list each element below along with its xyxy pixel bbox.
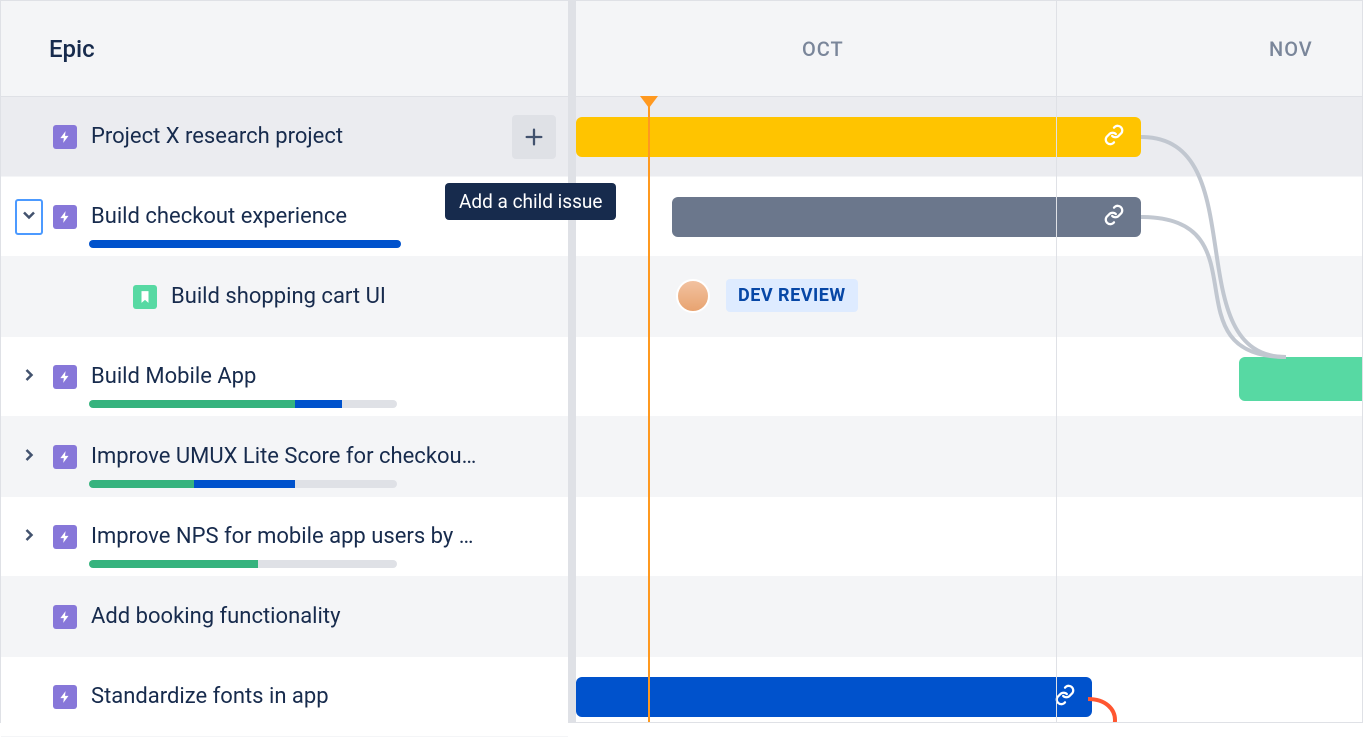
chevron-right-icon[interactable]: [19, 445, 39, 469]
epic-row-umux[interactable]: Improve UMUX Lite Score for checkou…: [1, 417, 568, 497]
timeline-header: OCT NOV: [576, 1, 1362, 97]
link-icon[interactable]: [1103, 124, 1125, 150]
month-separator: [1056, 97, 1057, 722]
column-header-label: Epic: [49, 35, 95, 63]
timeline-row-mobile[interactable]: [576, 337, 1362, 417]
row-title[interactable]: Add booking functionality: [91, 604, 556, 629]
epic-row-projectx[interactable]: Project X research project: [1, 97, 568, 177]
chevron-right-icon[interactable]: [19, 365, 39, 389]
timeline-row-checkout[interactable]: [576, 177, 1362, 257]
progress-bar: [89, 400, 397, 408]
timeline-row-cart_ui[interactable]: DEV REVIEW: [576, 257, 1362, 337]
month-separator: [1056, 1, 1057, 96]
timeline[interactable]: OCT NOV DEV REVIEW: [576, 1, 1362, 722]
dependency-arrow: [1084, 695, 1164, 722]
row-title[interactable]: Standardize fonts in app: [91, 684, 556, 709]
epic-icon: [53, 445, 77, 469]
row-title[interactable]: Improve UMUX Lite Score for checkou…: [91, 444, 556, 469]
epic-icon: [53, 525, 77, 549]
epic-icon: [53, 365, 77, 389]
add-child-button[interactable]: [512, 115, 556, 159]
progress-bar: [89, 480, 397, 488]
epic-row-nps[interactable]: Improve NPS for mobile app users by …: [1, 497, 568, 577]
row-title[interactable]: Project X research project: [91, 124, 504, 149]
month-label-nov: NOV: [1269, 37, 1313, 61]
timeline-row-nps[interactable]: [576, 497, 1362, 577]
tooltip-add-child: Add a child issue: [445, 183, 616, 220]
epic-row-booking[interactable]: Add booking functionality: [1, 577, 568, 657]
link-icon[interactable]: [1054, 684, 1076, 710]
epic-row-mobile[interactable]: Build Mobile App: [1, 337, 568, 417]
epic-icon: [53, 605, 77, 629]
epic-row-cart_ui[interactable]: Build shopping cart UI: [1, 257, 568, 337]
month-label-oct: OCT: [802, 37, 844, 61]
epic-icon: [53, 205, 77, 229]
column-header-epic: Epic: [1, 1, 568, 97]
row-title[interactable]: Build Mobile App: [91, 364, 556, 389]
gantt-bar[interactable]: [576, 677, 1092, 717]
timeline-row-booking[interactable]: [576, 577, 1362, 657]
row-title[interactable]: Build shopping cart UI: [171, 284, 556, 309]
timeline-row-fonts[interactable]: [576, 657, 1362, 722]
story-icon: [133, 285, 157, 309]
status-badge[interactable]: DEV REVIEW: [726, 279, 858, 312]
epic-row-fonts[interactable]: Standardize fonts in app: [1, 657, 568, 737]
row-title[interactable]: Improve NPS for mobile app users by …: [91, 524, 556, 549]
avatar[interactable]: [676, 279, 710, 313]
gantt-bar[interactable]: [672, 197, 1141, 237]
today-marker: [648, 97, 650, 722]
gantt-bar[interactable]: [1239, 357, 1362, 401]
timeline-row-projectx[interactable]: [576, 97, 1362, 177]
timeline-row-umux[interactable]: [576, 417, 1362, 497]
progress-bar: [89, 240, 401, 248]
progress-bar: [89, 560, 397, 568]
epic-sidebar: Epic Project X research projectBuild che…: [1, 1, 576, 722]
chevron-down-icon[interactable]: [15, 199, 43, 235]
today-marker-triangle: [640, 96, 658, 108]
epic-icon: [53, 685, 77, 709]
link-icon[interactable]: [1103, 204, 1125, 230]
chevron-right-icon[interactable]: [19, 525, 39, 549]
epic-icon: [53, 125, 77, 149]
